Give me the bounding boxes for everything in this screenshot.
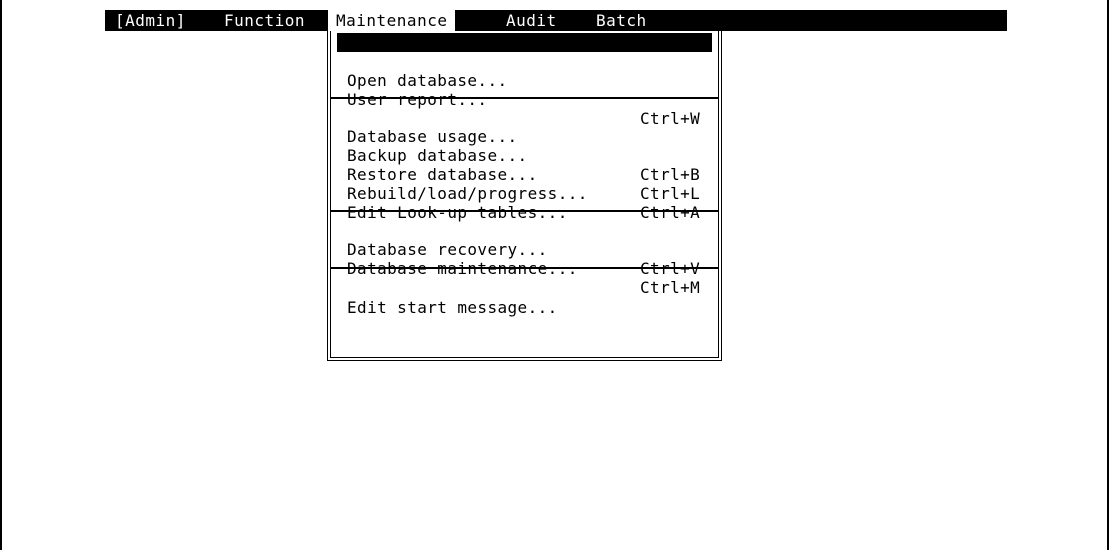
- menu-bar: [Admin] Function Maintenance Audit Batch: [105, 10, 1007, 31]
- menu-maintenance[interactable]: Maintenance: [328, 10, 456, 31]
- maintenance-dropdown: <Close database... > Open database... Us…: [327, 31, 722, 361]
- screen-left-border: [0, 0, 2, 550]
- menu-admin[interactable]: [Admin]: [115, 10, 186, 31]
- menu-item-edit-start-message[interactable]: Edit start message...: [337, 279, 712, 317]
- menu-item-label: Edit Look-up tables...: [347, 203, 568, 222]
- menu-function[interactable]: Function: [224, 10, 305, 31]
- menu-item-restore-database[interactable]: Restore database... Ctrl+L: [337, 146, 712, 203]
- menu-item-label: User report...: [347, 90, 488, 109]
- menu-item-rebuild-load-progress[interactable]: Rebuild/load/progress... Ctrl+A: [337, 165, 712, 222]
- menu-batch[interactable]: Batch: [596, 10, 647, 31]
- menu-item-database-maintenance[interactable]: Database maintenance... Ctrl+M: [337, 240, 712, 297]
- menu-item-shortcut: Ctrl+A: [640, 203, 701, 222]
- menu-item-backup-database[interactable]: Backup database... Ctrl+B: [337, 127, 712, 184]
- menu-item-database-usage[interactable]: Database usage...: [337, 108, 712, 146]
- menu-item-close-database[interactable]: <Close database... >: [337, 33, 712, 90]
- menu-separator: [331, 267, 718, 269]
- menu-separator: [331, 97, 718, 99]
- menu-item-label: Edit start message...: [347, 298, 558, 317]
- menu-item-edit-lookup-tables[interactable]: Edit Look-up tables...: [337, 184, 712, 222]
- menu-item-user-report[interactable]: User report... Ctrl+W: [337, 71, 712, 128]
- menu-item-database-recovery[interactable]: Database recovery... Ctrl+V: [337, 221, 712, 278]
- menu-separator: [331, 210, 718, 212]
- menu-item-open-database[interactable]: Open database...: [337, 52, 712, 90]
- menu-audit[interactable]: Audit: [506, 10, 557, 31]
